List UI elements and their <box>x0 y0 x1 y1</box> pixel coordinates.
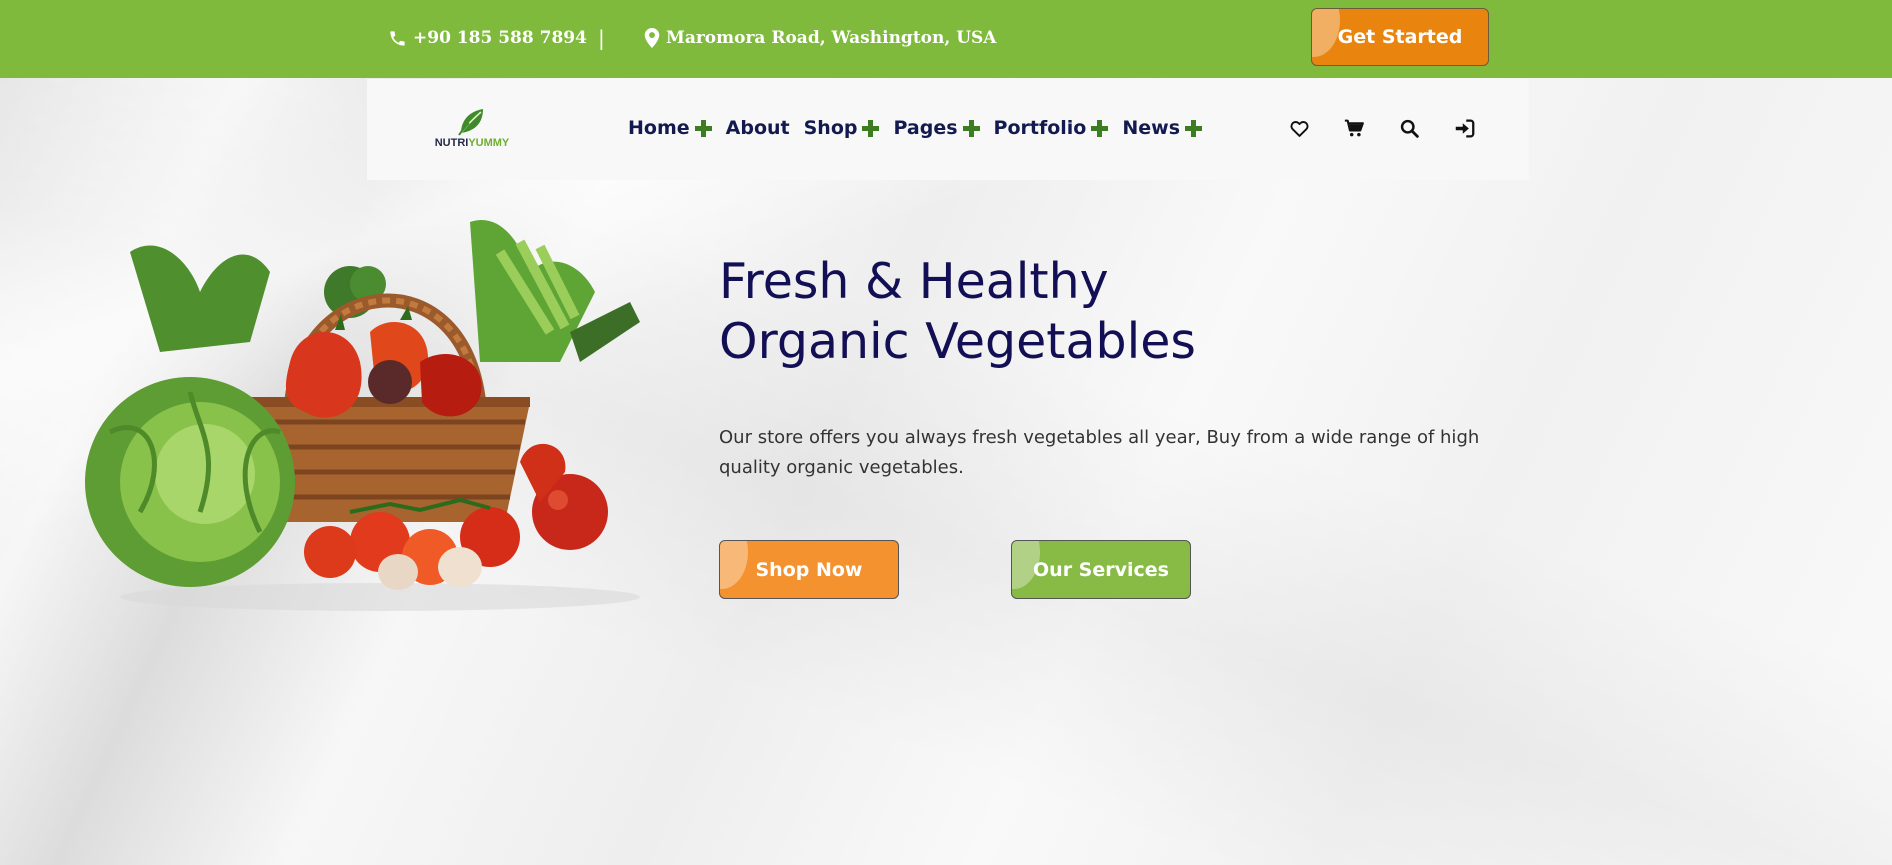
nav-item-label: Shop <box>803 117 858 139</box>
hero-title-line-1: Fresh & Healthy <box>719 253 1109 310</box>
heart-icon[interactable] <box>1289 118 1310 139</box>
logo-text-yummy: YUMMY <box>468 137 510 149</box>
nav-item-news[interactable]: News <box>1122 117 1203 139</box>
nav-menu: Home About Shop Pages Portfolio News <box>628 117 1216 139</box>
phone-number: +90 185 588 7894 <box>413 28 587 48</box>
address-contact: Maromora Road, Washington, USA <box>644 28 997 48</box>
hero-title-line-2: Organic Vegetables <box>719 313 1196 370</box>
nav-item-label: Home <box>628 117 690 139</box>
site-logo[interactable]: NUTRIYUMMY <box>427 105 517 155</box>
nav-item-about[interactable]: About <box>726 117 790 139</box>
plus-icon[interactable] <box>1091 119 1109 137</box>
plus-icon[interactable] <box>862 119 880 137</box>
nav-item-shop[interactable]: Shop <box>804 117 880 139</box>
vegetable-basket-image <box>85 220 640 611</box>
logo-text-nutri: NUTRI <box>434 137 469 149</box>
cart-icon[interactable] <box>1344 118 1365 139</box>
leaf-logo-icon <box>458 109 483 136</box>
topbar-divider: | <box>598 26 605 50</box>
location-pin-icon <box>644 28 660 48</box>
get-started-button[interactable]: Get Started <box>1311 8 1489 66</box>
our-services-button[interactable]: Our Services <box>1011 540 1191 599</box>
shop-now-button[interactable]: Shop Now <box>719 540 899 599</box>
plus-icon[interactable] <box>962 119 980 137</box>
get-started-label: Get Started <box>1337 26 1463 48</box>
logo-wordmark: NUTRIYUMMY <box>427 137 517 149</box>
main-navbar: NUTRIYUMMY Home About Shop Pages Portfol… <box>367 79 1529 180</box>
phone-contact[interactable]: +90 185 588 7894 <box>388 28 587 48</box>
hero-title: Fresh & Healthy Organic Vegetables <box>719 252 1419 372</box>
nav-item-label: About <box>725 117 790 139</box>
nav-item-label: Pages <box>893 117 958 139</box>
shop-now-label: Shop Now <box>755 558 863 581</box>
nav-item-label: News <box>1122 117 1181 139</box>
nav-item-pages[interactable]: Pages <box>893 117 980 139</box>
nav-item-label: Portfolio <box>993 117 1087 139</box>
nav-item-home[interactable]: Home <box>628 117 712 139</box>
login-icon[interactable] <box>1454 118 1475 139</box>
address-text: Maromora Road, Washington, USA <box>666 28 997 48</box>
search-icon[interactable] <box>1399 118 1420 139</box>
plus-icon[interactable] <box>694 119 712 137</box>
our-services-label: Our Services <box>1033 558 1169 581</box>
plus-icon[interactable] <box>1185 119 1203 137</box>
nav-icon-group <box>1289 118 1475 139</box>
hero-description: Our store offers you always fresh vegeta… <box>719 427 1480 478</box>
nav-item-portfolio[interactable]: Portfolio <box>994 117 1109 139</box>
phone-icon <box>390 30 405 46</box>
top-bar: +90 185 588 7894 | Maromora Road, Washin… <box>0 0 1892 78</box>
